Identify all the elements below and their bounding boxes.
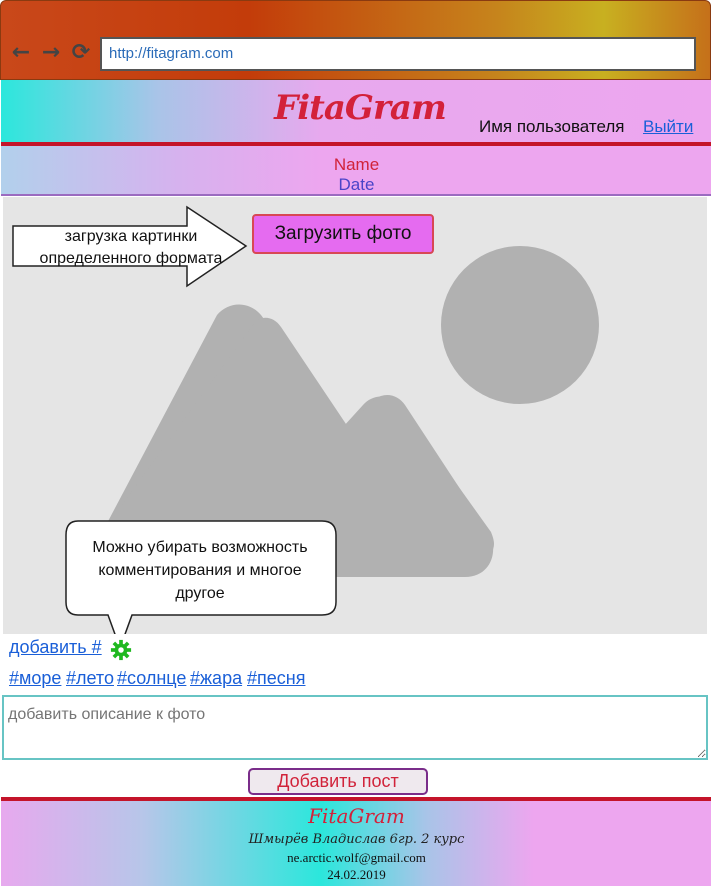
add-post-button[interactable]: Добавить пост <box>248 768 428 795</box>
reload-icon[interactable]: ⟳ <box>70 42 92 64</box>
footer-logo: FitaGram <box>308 804 405 828</box>
logout-link[interactable]: Выйти <box>643 117 693 137</box>
hashtag-link[interactable]: #море <box>9 668 61 689</box>
post-name: Name <box>333 155 380 174</box>
upload-annotation-text: загрузка картинки определенного формата <box>39 228 223 267</box>
forward-arrow-icon[interactable]: → <box>40 42 62 64</box>
hashtag-link[interactable]: #солнце <box>117 668 186 689</box>
hashtag-link[interactable]: #жара <box>190 668 242 689</box>
upload-photo-button[interactable]: Загрузить фото <box>252 214 434 254</box>
footer-author: Шмырёв Владислав 6гр. 2 курс <box>248 832 465 847</box>
username-label: Имя пользователя <box>479 117 625 136</box>
footer-date: 24.02.2019 <box>327 867 386 882</box>
back-arrow-icon[interactable]: ← <box>10 42 32 64</box>
photo-description-input[interactable] <box>2 695 708 760</box>
hashtag-link[interactable]: #лето <box>66 668 114 689</box>
hashtag-link[interactable]: #песня <box>247 668 305 689</box>
site-logo[interactable]: FitaGram <box>250 88 470 128</box>
footer-email: ne.arctic.wolf@gmail.com <box>287 850 426 865</box>
address-bar[interactable]: http://fitagram.com <box>100 37 696 71</box>
comment-note-text: Можно убирать возможность комментировани… <box>92 539 308 602</box>
post-date: Date <box>338 175 375 194</box>
add-hashtag-link[interactable]: добавить # <box>9 637 102 658</box>
gear-icon[interactable] <box>110 639 132 661</box>
